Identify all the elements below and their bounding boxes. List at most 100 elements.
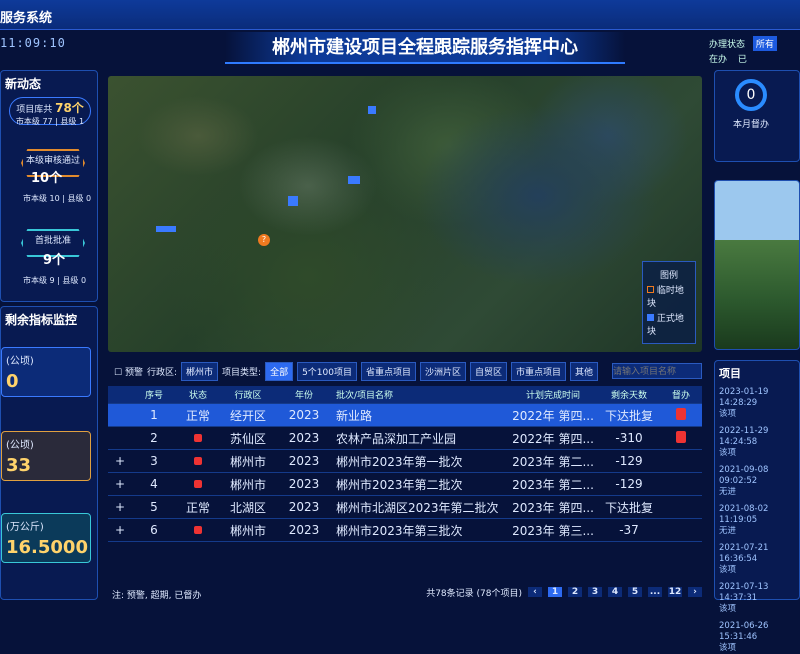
warn-checkbox[interactable]: ☐ 预警 [114,365,143,378]
page-1[interactable]: 1 [548,587,562,597]
timeline-date: 2022-11-29 [719,426,769,436]
timeline-time: 16:36:54 [719,554,758,564]
row-year: 2023 [288,408,320,422]
page-prev[interactable]: ‹ [528,587,542,597]
timeline-item[interactable]: 2021-06-26 15:31:46 该项 [719,621,795,654]
timeline-text: 无进 [719,526,737,536]
timeline-text: 该项 [719,565,737,575]
warning-pin[interactable]: ? [258,234,270,246]
overdue-icon [194,480,202,488]
row-plan: 2022年 第四... [512,431,594,446]
table-row[interactable]: 2 苏仙区 2023 农林产品深加工产业园 2022年 第四... -310 [108,427,702,450]
timeline-item[interactable]: 2021-07-21 16:36:54 该项 [719,543,795,576]
type-province[interactable]: 省重点项目 [360,361,416,381]
col-name: 批次/项目名称 [336,391,394,401]
page-4[interactable]: 4 [608,587,622,597]
first-value: 9个 [43,253,66,268]
filter-toolbar: ☐ 预警 行政区: 郴州市 项目类型: 全部 5个100项目 省重点项目 沙洲片… [108,360,702,382]
table-row[interactable]: +4 郴州市 2023 郴州市2023年第二批次 2023年 第二... -129 [108,473,702,496]
plot-marker[interactable] [368,106,376,114]
district-label: 行政区: [146,367,177,378]
timeline-item[interactable]: 2023-01-19 14:28:29 该项 [719,387,795,420]
type-ftz[interactable]: 自贸区 [470,361,508,381]
row-status [176,431,220,445]
plot-marker[interactable] [348,176,360,184]
type-all[interactable]: 全部 [265,361,294,381]
supervise-icon[interactable] [660,407,702,423]
timeline-date: 2021-08-02 [719,504,769,514]
kpi-grain: (万公斤) 16.5000 [1,513,91,563]
row-year: 2023 [288,500,320,514]
pool-label: 项目库共 [16,105,53,115]
pool-sub: 市本级 77 | 县级 1 [15,117,85,126]
timeline-date: 2021-07-13 [719,582,769,592]
pagination: 共78条记录 (78个项目) ‹ 1 2 3 4 5 ... 12 › [108,584,702,600]
timeline-text: 该项 [719,448,737,458]
timeline-text: 该项 [719,604,737,614]
row-year: 2023 [288,454,320,468]
filter-done[interactable]: 已 [735,51,750,66]
col-district: 行政区 [234,391,262,401]
filter-doing[interactable]: 在办 [706,51,730,66]
review-sub: 市本级 10 | 县级 0 [23,194,92,203]
kpi-land-label: (公顷) [6,356,34,367]
row-plan: 2023年 第二... [512,477,594,492]
district-select[interactable]: 郴州市 [181,361,219,381]
supervise-label: 本月督办 [732,120,769,130]
first-label: 首批批准 [34,236,71,246]
row-plan: 2022年 第四... [512,408,594,423]
type-city[interactable]: 市重点项目 [511,361,567,381]
page-next[interactable]: › [688,587,702,597]
remain-panel: 剩余指标监控 (公顷) 0 (公顷) 33 (万公斤) 16.5000 [0,306,98,600]
overdue-icon [194,457,202,465]
plot-marker[interactable] [288,196,298,206]
col-status: 状态 [188,391,207,401]
clock: 11:09:10 [0,36,66,50]
timeline-panel: 项目 2023-01-19 14:28:29 该项 2022-11-29 14:24:5… [714,360,800,653]
table-row[interactable]: +5 正常 北湖区 2023 郴州市北湖区2023年第二批次 2023年 第四... 下达批… [108,496,702,519]
record-count: 共78条记录 (78个项目) [426,588,522,599]
legend-formal: 正式地块 [647,314,684,337]
timeline-item[interactable]: 2021-08-02 11:19:05 无进 [719,504,795,537]
review-label: 本级审核通过 [25,156,80,166]
map-legend: 图例 临时地块 正式地块 [642,261,696,344]
page-3[interactable]: 3 [588,587,602,597]
timeline-title: 项目 [719,367,741,380]
table-row[interactable]: +6 郴州市 2023 郴州市2023年第三批次 2023年 第三... -37 [108,519,702,542]
site-photo[interactable] [714,180,800,350]
page-ellipsis: ... [648,587,662,597]
row-days: 下达批复 [604,408,653,423]
row-year: 2023 [288,523,320,537]
table-row[interactable]: +3 郴州市 2023 郴州市2023年第一批次 2023年 第二... -129 [108,450,702,473]
search-input[interactable] [612,363,702,379]
table-row[interactable]: 1 正常 经开区 2023 新业路 2022年 第四... 下达批复 [108,404,702,427]
plot-marker[interactable] [156,226,176,232]
type-other[interactable]: 其他 [570,361,599,381]
row-days: -37 [619,523,639,537]
supervise-ring: 0 [735,79,767,111]
timeline-item[interactable]: 2021-09-08 09:02:52 无进 [719,465,795,498]
legend-title: 图例 [659,271,678,281]
row-status [176,477,220,491]
satellite-map[interactable]: ? 图例 临时地块 正式地块 [108,76,702,352]
page-5[interactable]: 5 [628,587,642,597]
page-title: 郴州市建设项目全程跟踪服务指挥中心 [225,32,625,64]
status-filter: 办理状态 所有 在办 已 [704,36,800,66]
row-name: 郴州市2023年第三批次 [336,523,463,538]
row-name: 郴州市2023年第二批次 [336,477,463,492]
page-2[interactable]: 2 [568,587,582,597]
timeline-item[interactable]: 2021-07-13 14:37:31 该项 [719,582,795,615]
dynamics-title: 新动态 [5,77,42,91]
pool-card[interactable]: 项目库共 78个 市本级 77 | 县级 1 [9,97,91,126]
page-12[interactable]: 12 [668,587,682,597]
row-status [176,454,220,468]
kpi-grain-label: (万公斤) [6,522,44,533]
supervise-icon[interactable] [660,430,702,446]
type-5x100[interactable]: 5个100项目 [297,361,357,381]
kpi-grain-value: 16.5000 [6,537,88,558]
row-plan: 2023年 第二... [512,454,594,469]
review-value: 10个 [31,171,63,186]
filter-all[interactable]: 所有 [752,36,777,51]
type-shazhou[interactable]: 沙洲片区 [420,361,467,381]
timeline-item[interactable]: 2022-11-29 14:24:58 该项 [719,426,795,459]
